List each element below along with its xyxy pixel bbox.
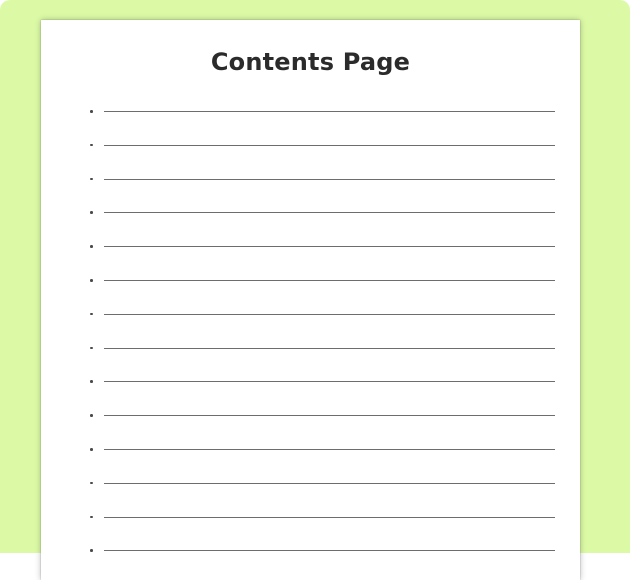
worksheet-sheet: Contents Page (41, 20, 580, 580)
bullet-dot-icon (90, 380, 93, 383)
contents-entry (41, 414, 580, 424)
writing-line (104, 516, 555, 518)
writing-line (104, 178, 555, 180)
bullet-dot-icon (90, 312, 93, 316)
writing-line (104, 144, 555, 146)
contents-lines (41, 20, 580, 580)
writing-line (104, 280, 555, 281)
bullet-dot-icon (90, 549, 93, 552)
contents-entry (41, 549, 580, 559)
bullet-dot-icon (90, 515, 93, 519)
writing-line (104, 449, 555, 450)
bullet-dot-icon (90, 414, 93, 417)
bullet-dot-icon (90, 211, 93, 214)
writing-line (104, 246, 555, 248)
contents-entry (41, 346, 580, 357)
bullet-dot-icon (90, 245, 93, 248)
contents-entry (41, 177, 580, 188)
writing-line (104, 415, 555, 417)
writing-line (104, 212, 555, 214)
bullet-dot-icon (90, 177, 93, 181)
contents-entry (41, 481, 580, 492)
writing-line (104, 381, 555, 383)
contents-entry (41, 380, 580, 390)
contents-entry (41, 279, 580, 289)
contents-entry (41, 211, 580, 221)
contents-entry (41, 245, 580, 255)
contents-entry (41, 312, 580, 323)
bullet-dot-icon (90, 143, 93, 147)
bullet-dot-icon (90, 448, 93, 451)
bullet-dot-icon (90, 481, 93, 485)
contents-entry (41, 110, 580, 120)
contents-entry (41, 448, 580, 458)
writing-line (104, 482, 555, 484)
writing-line (104, 550, 555, 552)
bullet-dot-icon (90, 279, 93, 282)
writing-line (104, 347, 555, 349)
writing-line (104, 111, 555, 112)
contents-entry (41, 515, 580, 526)
writing-line (104, 313, 555, 315)
bullet-dot-icon (90, 110, 93, 113)
bullet-dot-icon (90, 346, 93, 350)
contents-entry (41, 143, 580, 154)
